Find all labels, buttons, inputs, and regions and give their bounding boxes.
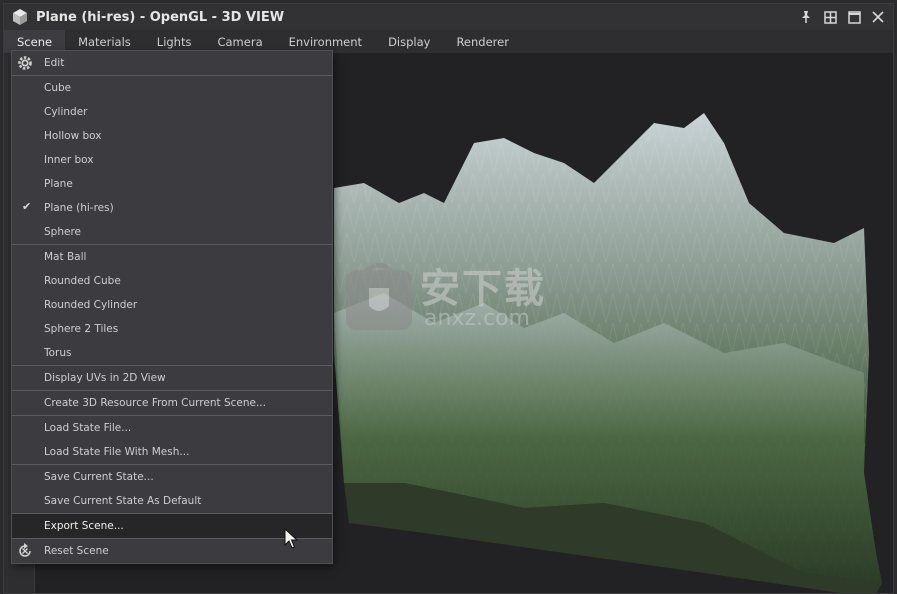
menu-item-label: Mat Ball — [44, 251, 87, 263]
menu-item-torus[interactable]: Torus — [12, 341, 332, 365]
menu-item-label: Torus — [44, 347, 72, 359]
menu-item-label: Plane — [44, 178, 73, 190]
menu-item-label: Cylinder — [44, 106, 88, 118]
menu-item-label: Rounded Cylinder — [44, 299, 138, 311]
menu-item-mat-ball[interactable]: Mat Ball — [12, 245, 332, 269]
menu-item-cube[interactable]: Cube — [12, 76, 332, 100]
close-button[interactable] — [867, 7, 889, 27]
menu-item-label: Hollow box — [44, 130, 102, 142]
menu-item-inner-box[interactable]: Inner box — [12, 148, 332, 172]
scene-menu-dropdown: Edit Cube Cylinder Hollow box Inner box … — [11, 50, 333, 564]
window-title: Plane (hi-res) - OpenGL - 3D VIEW — [36, 9, 285, 25]
menu-item-rounded-cube[interactable]: Rounded Cube — [12, 269, 332, 293]
menu-item-label: Load State File... — [44, 422, 132, 434]
watermark: 安下载 anxz.com — [344, 258, 564, 338]
menu-item-label: Reset Scene — [44, 545, 109, 557]
title-bar[interactable]: Plane (hi-res) - OpenGL - 3D VIEW — [4, 4, 893, 30]
menu-item-label: Rounded Cube — [44, 275, 121, 287]
split-view-button[interactable] — [819, 7, 841, 27]
menu-item-hollow-box[interactable]: Hollow box — [12, 124, 332, 148]
checkmark-icon: ✔ — [22, 200, 32, 213]
menu-item-edit[interactable]: Edit — [12, 51, 332, 75]
menu-item-display-uvs[interactable]: Display UVs in 2D View — [12, 366, 332, 390]
menu-item-label: Save Current State As Default — [44, 495, 202, 507]
menu-item-label: Create 3D Resource From Current Scene... — [44, 397, 266, 409]
menu-item-label: Sphere 2 Tiles — [44, 323, 119, 335]
split-icon — [823, 10, 837, 24]
menu-item-label: Inner box — [44, 154, 94, 166]
watermark-en: anxz.com — [424, 306, 530, 331]
menu-item-label: Display UVs in 2D View — [44, 372, 166, 384]
menu-item-cylinder[interactable]: Cylinder — [12, 100, 332, 124]
cube-icon — [13, 9, 27, 25]
menu-item-plane-hi-res[interactable]: ✔ Plane (hi-res) — [12, 196, 332, 220]
menu-item-sphere[interactable]: Sphere — [12, 220, 332, 244]
menu-item-create-3d-resource[interactable]: Create 3D Resource From Current Scene... — [12, 391, 332, 415]
menu-item-label: Sphere — [44, 226, 81, 238]
watermark-shield-icon — [346, 262, 412, 330]
menu-item-label: Save Current State... — [44, 471, 154, 483]
menu-item-label: Plane (hi-res) — [44, 202, 114, 214]
maximize-button[interactable] — [843, 7, 865, 27]
maximize-icon — [847, 10, 861, 24]
pin-button[interactable] — [795, 7, 817, 27]
menu-item-sphere-2-tiles[interactable]: Sphere 2 Tiles — [12, 317, 332, 341]
window-controls — [795, 7, 889, 27]
tab-renderer[interactable]: Renderer — [443, 30, 522, 53]
menu-item-label: Edit — [44, 57, 65, 69]
reset-icon — [19, 543, 31, 557]
menu-item-label: Export Scene... — [44, 520, 124, 532]
pin-icon — [802, 11, 810, 23]
menu-item-plane[interactable]: Plane — [12, 172, 332, 196]
gear-icon — [18, 56, 32, 70]
menu-item-rounded-cylinder[interactable]: Rounded Cylinder — [12, 293, 332, 317]
close-icon — [872, 11, 884, 23]
menu-item-save-default[interactable]: Save Current State As Default — [12, 489, 332, 513]
menu-item-load-state[interactable]: Load State File... — [12, 416, 332, 440]
menu-item-load-state-mesh[interactable]: Load State File With Mesh... — [12, 440, 332, 464]
menu-item-label: Load State File With Mesh... — [44, 446, 190, 458]
mouse-cursor-icon — [284, 528, 299, 549]
tab-display[interactable]: Display — [375, 30, 443, 53]
menu-item-save-state[interactable]: Save Current State... — [12, 465, 332, 489]
menu-item-label: Cube — [44, 82, 72, 94]
